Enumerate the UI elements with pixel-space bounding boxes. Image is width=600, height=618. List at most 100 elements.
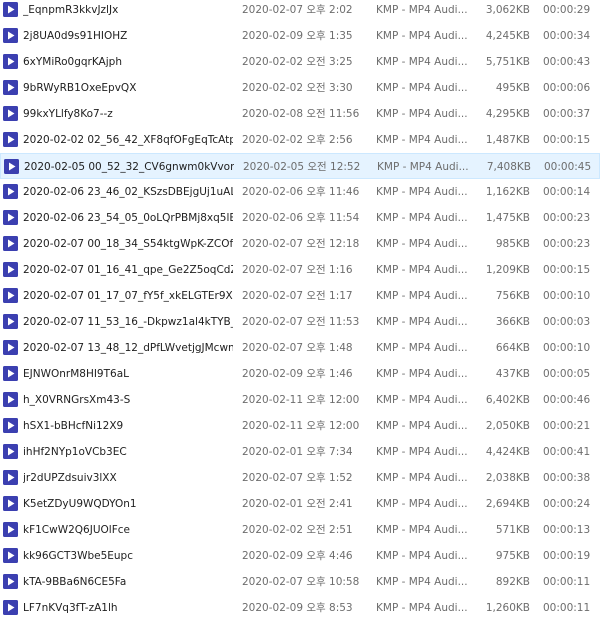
file-name: EJNWOnrM8HI9T6aL (23, 368, 129, 380)
file-type: KMP - MP4 Audi... (376, 602, 468, 614)
file-row[interactable]: hSX1-bBHcfNi12X9 2020-02-11 오후 12:00 KMP -… (0, 413, 600, 439)
file-row[interactable]: 9bRWyRB1OxeEpvQX 2020-02-02 오전 3:30 KMP - … (0, 75, 600, 101)
file-length: 00:00:23 (543, 238, 591, 250)
file-size: 1,487KB (485, 134, 530, 146)
file-length: 00:00:46 (543, 394, 591, 406)
file-length: 00:00:19 (543, 550, 591, 562)
file-row[interactable]: 6xYMiRo0gqrKAjph 2020-02-02 오전 3:25 KMP - … (0, 49, 600, 75)
file-row[interactable]: jr2dUPZdsuiv3lXX 2020-02-07 오후 1:52 KMP - … (0, 465, 600, 491)
file-type: KMP - MP4 Audi... (376, 134, 468, 146)
file-row[interactable]: 2020-02-07 13_48_12_dPfLWvetjgJMcwnc 2020… (0, 335, 600, 361)
media-file-icon (3, 288, 18, 303)
file-size: 2,038KB (485, 472, 530, 484)
file-length: 00:00:24 (543, 498, 591, 510)
file-size: 495KB (495, 82, 530, 94)
file-type: KMP - MP4 Audi... (377, 161, 469, 173)
file-row[interactable]: kF1CwW2Q6JUOlFce 2020-02-02 오전 2:51 KMP - … (0, 517, 600, 543)
file-size: 1,475KB (485, 212, 530, 224)
file-size: 4,295KB (485, 108, 530, 120)
file-name: LF7nKVq3fT-zA1lh (23, 602, 118, 614)
file-modified-date: 2020-02-07 오전 12:18 (242, 238, 360, 250)
file-name: 6xYMiRo0gqrKAjph (23, 56, 122, 68)
file-size: 7,408KB (486, 161, 531, 173)
media-file-icon (3, 548, 18, 563)
file-row[interactable]: 2020-02-06 23_54_05_0oLQrPBMj8xq5lBl 2020… (0, 205, 600, 231)
file-size: 6,402KB (485, 394, 530, 406)
media-file-icon (3, 184, 18, 199)
media-file-icon (3, 106, 18, 121)
file-type: KMP - MP4 Audi... (376, 550, 468, 562)
file-row[interactable]: EJNWOnrM8HI9T6aL 2020-02-09 오후 1:46 KMP - … (0, 361, 600, 387)
file-row[interactable]: 2020-02-07 01_17_07_fY5f_xkELGTEr9XS 2020… (0, 283, 600, 309)
file-modified-date: 2020-02-02 오전 3:30 (242, 82, 353, 94)
file-row[interactable]: 2020-02-02 02_56_42_XF8qfOFgEqTcAtp 2020-… (0, 127, 600, 153)
file-name: 2020-02-06 23_54_05_0oLQrPBMj8xq5lBl (23, 212, 233, 224)
file-size: 5,751KB (485, 56, 530, 68)
file-type: KMP - MP4 Audi... (376, 212, 468, 224)
file-size: 4,424KB (485, 446, 530, 458)
file-type: KMP - MP4 Audi... (376, 576, 468, 588)
file-type: KMP - MP4 Audi... (376, 524, 468, 536)
media-file-icon (3, 392, 18, 407)
file-type: KMP - MP4 Audi... (376, 498, 468, 510)
file-size: 892KB (495, 576, 530, 588)
file-row[interactable]: kTA-9BBa6N6CE5Fa 2020-02-07 오후 10:58 KMP -… (0, 569, 600, 595)
file-length: 00:00:15 (543, 264, 591, 276)
file-size: 756KB (495, 290, 530, 302)
file-row[interactable]: 99kxYLlfy8Ko7--z 2020-02-08 오전 11:56 KMP -… (0, 101, 600, 127)
file-modified-date: 2020-02-09 오후 8:53 (242, 602, 353, 614)
file-length: 00:00:06 (543, 82, 591, 94)
file-list: _EqnpmR3kkvJzlJx 2020-02-07 오후 2:02 KMP - … (0, 0, 600, 618)
file-modified-date: 2020-02-07 오후 2:02 (242, 4, 353, 16)
file-row[interactable]: _EqnpmR3kkvJzlJx 2020-02-07 오후 2:02 KMP - … (0, 0, 600, 23)
file-row[interactable]: 2j8UA0d9s91HIOHZ 2020-02-09 오후 1:35 KMP - … (0, 23, 600, 49)
media-file-icon (3, 600, 18, 615)
media-file-icon (3, 340, 18, 355)
file-size: 1,209KB (485, 264, 530, 276)
file-length: 00:00:43 (543, 56, 591, 68)
file-length: 00:00:23 (543, 212, 591, 224)
file-modified-date: 2020-02-07 오전 1:17 (242, 290, 353, 302)
file-modified-date: 2020-02-09 오후 4:46 (242, 550, 353, 562)
file-length: 00:00:34 (543, 30, 591, 42)
file-size: 664KB (495, 342, 530, 354)
file-length: 00:00:14 (543, 186, 591, 198)
file-name: kF1CwW2Q6JUOlFce (23, 524, 130, 536)
file-size: 571KB (495, 524, 530, 536)
media-file-icon (3, 210, 18, 225)
file-length: 00:00:13 (543, 524, 591, 536)
file-size: 2,050KB (485, 420, 530, 432)
file-row[interactable]: 2020-02-07 01_16_41_qpe_Ge2Z5oqCdZDH 2020… (0, 257, 600, 283)
file-row[interactable]: ihHf2NYp1oVCb3EC 2020-02-01 오후 7:34 KMP - … (0, 439, 600, 465)
file-type: KMP - MP4 Audi... (376, 420, 468, 432)
file-length: 00:00:10 (543, 290, 591, 302)
file-row[interactable]: LF7nKVq3fT-zA1lh 2020-02-09 오후 8:53 KMP - … (0, 595, 600, 618)
file-length: 00:00:11 (543, 602, 591, 614)
file-row[interactable]: 2020-02-05 00_52_32_CV6gnwm0kVvorKLO 2020… (0, 153, 600, 179)
file-type: KMP - MP4 Audi... (376, 4, 468, 16)
file-size: 1,162KB (485, 186, 530, 198)
file-type: KMP - MP4 Audi... (376, 394, 468, 406)
file-type: KMP - MP4 Audi... (376, 56, 468, 68)
file-row[interactable]: 2020-02-07 00_18_34_S54ktgWpK-ZCOfn2 2020… (0, 231, 600, 257)
file-type: KMP - MP4 Audi... (376, 446, 468, 458)
file-row[interactable]: kk96GCT3Wbe5Eupc 2020-02-09 오후 4:46 KMP - … (0, 543, 600, 569)
file-size: 2,694KB (485, 498, 530, 510)
file-row[interactable]: h_X0VRNGrsXm43-S 2020-02-11 오후 12:00 KMP -… (0, 387, 600, 413)
file-length: 00:00:29 (543, 4, 591, 16)
file-row[interactable]: 2020-02-07 11_53_16_-Dkpwz1al4kTYB_G 2020… (0, 309, 600, 335)
file-type: KMP - MP4 Audi... (376, 82, 468, 94)
file-modified-date: 2020-02-06 오후 11:46 (242, 186, 360, 198)
file-type: KMP - MP4 Audi... (376, 368, 468, 380)
file-row[interactable]: K5etZDyU9WQDYOn1 2020-02-01 오전 2:41 KMP - … (0, 491, 600, 517)
file-type: KMP - MP4 Audi... (376, 316, 468, 328)
file-row[interactable]: 2020-02-06 23_46_02_KSzsDBEjgUj1uAL- 2020… (0, 179, 600, 205)
file-name: 2020-02-07 01_17_07_fY5f_xkELGTEr9XS (23, 290, 233, 302)
file-name: 99kxYLlfy8Ko7--z (23, 108, 113, 120)
file-modified-date: 2020-02-02 오전 2:51 (242, 524, 353, 536)
file-size: 1,260KB (485, 602, 530, 614)
file-modified-date: 2020-02-07 오후 10:58 (242, 576, 360, 588)
file-modified-date: 2020-02-07 오후 1:52 (242, 472, 353, 484)
file-name: 2020-02-07 01_16_41_qpe_Ge2Z5oqCdZDH (23, 264, 233, 276)
media-file-icon (3, 496, 18, 511)
